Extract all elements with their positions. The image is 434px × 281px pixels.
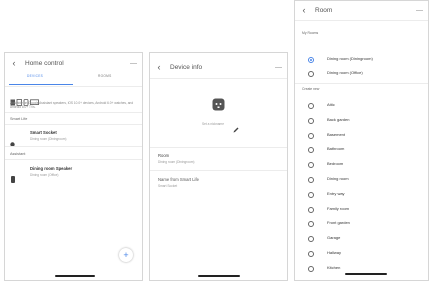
room-option-label: Family room [327,205,350,211]
tab-indicator [9,84,73,85]
back-arrow-icon[interactable]: ‹ [299,5,309,15]
tab-rooms[interactable]: ROOMS [98,74,112,78]
tab-devices[interactable]: DEVICES [27,74,43,78]
divider [5,146,142,147]
radio-button[interactable] [308,162,314,169]
edit-pencil-icon[interactable] [233,120,239,138]
home-header: ‹ Home control — [5,56,142,70]
room-value: Dining room (Diningroom) [158,160,195,164]
create-new-heading: Create new [302,87,320,91]
page-title: Device info [170,63,203,71]
divider [295,20,428,21]
smart-socket-room: Dining room (Diningroom) [30,137,67,141]
room-option-label: Back garden [327,116,350,122]
room-option-label: Front garden [327,220,350,226]
page-title: Room [315,6,333,14]
radio-button[interactable] [308,57,314,63]
room-option-label: Basement [327,131,346,137]
radio-button[interactable] [308,206,314,213]
home-control-screen: ‹ Home control — DEVICES ROOMS Available… [4,52,143,281]
speaker-icon [11,170,15,188]
device-info-screen: ‹ Device info — Set a nickname Room Dini… [149,52,288,281]
radio-button[interactable] [308,147,314,154]
divider [150,170,287,171]
divider [150,147,287,148]
name-label: Name from Smart Life [158,177,199,182]
home-indicator [345,273,387,275]
room-option-label: Kitchen [327,264,341,270]
room-option-label: Entry way [327,190,345,196]
room-option-label: Garage [327,235,341,241]
radio-button[interactable] [308,103,314,109]
room-label: Room [158,153,170,158]
socket-icon [10,134,15,152]
device-types-icon [10,93,40,106]
page-title: Home control [25,59,64,67]
divider [5,159,142,160]
device-info-header: ‹ Device info — [150,60,287,74]
room-header: ‹ Room — [295,3,428,17]
room-option-label: Attic [327,102,335,107]
room-screen: ‹ Room — My Rooms Dining room (Diningroo… [294,0,429,281]
radio-button[interactable] [308,191,314,198]
availability-note: Available on Google Assistant speakers, … [10,101,134,110]
back-arrow-icon[interactable]: ‹ [154,62,164,72]
radio-button[interactable] [308,221,314,228]
section-assistant: Assistant [10,152,26,156]
name-value: Smart Socket [158,184,178,188]
home-tabs: DEVICES ROOMS [5,74,142,86]
divider [5,86,142,87]
home-indicator [198,275,240,277]
speaker-title: Dining room Speaker [30,166,73,171]
speaker-room: Dining room (Office) [30,173,59,177]
my-rooms-heading: My Rooms [302,31,319,35]
plug-icon [212,98,225,116]
radio-button[interactable] [308,132,314,139]
section-smart-life: Smart Life [10,117,28,121]
radio-button[interactable] [308,236,314,243]
divider [5,124,142,125]
room-option-label: Bathroom [327,146,345,152]
nickname-field[interactable]: Set a nickname [202,122,224,126]
divider [150,78,287,79]
radio-button[interactable] [308,177,314,183]
back-arrow-icon[interactable]: ‹ [9,58,19,68]
room-option-label: Dining room (Diningroom) [327,56,373,61]
menu-icon[interactable]: — [416,7,423,14]
smart-socket-title: Smart Socket [30,130,57,135]
radio-button[interactable] [308,117,314,124]
menu-icon[interactable]: — [275,64,282,71]
home-indicator [55,275,95,277]
add-fab-button[interactable]: + [119,248,133,262]
radio-button[interactable] [308,70,314,77]
divider [295,83,428,84]
room-option-label: Dining room [327,176,349,181]
radio-button[interactable] [308,265,314,272]
room-option-label: Hallway [327,250,342,255]
radio-button[interactable] [308,251,314,257]
room-option-label: Dining room (Office) [327,69,363,75]
divider [5,112,142,113]
menu-icon[interactable]: — [130,60,137,67]
room-option-label: Bedroom [327,161,344,167]
